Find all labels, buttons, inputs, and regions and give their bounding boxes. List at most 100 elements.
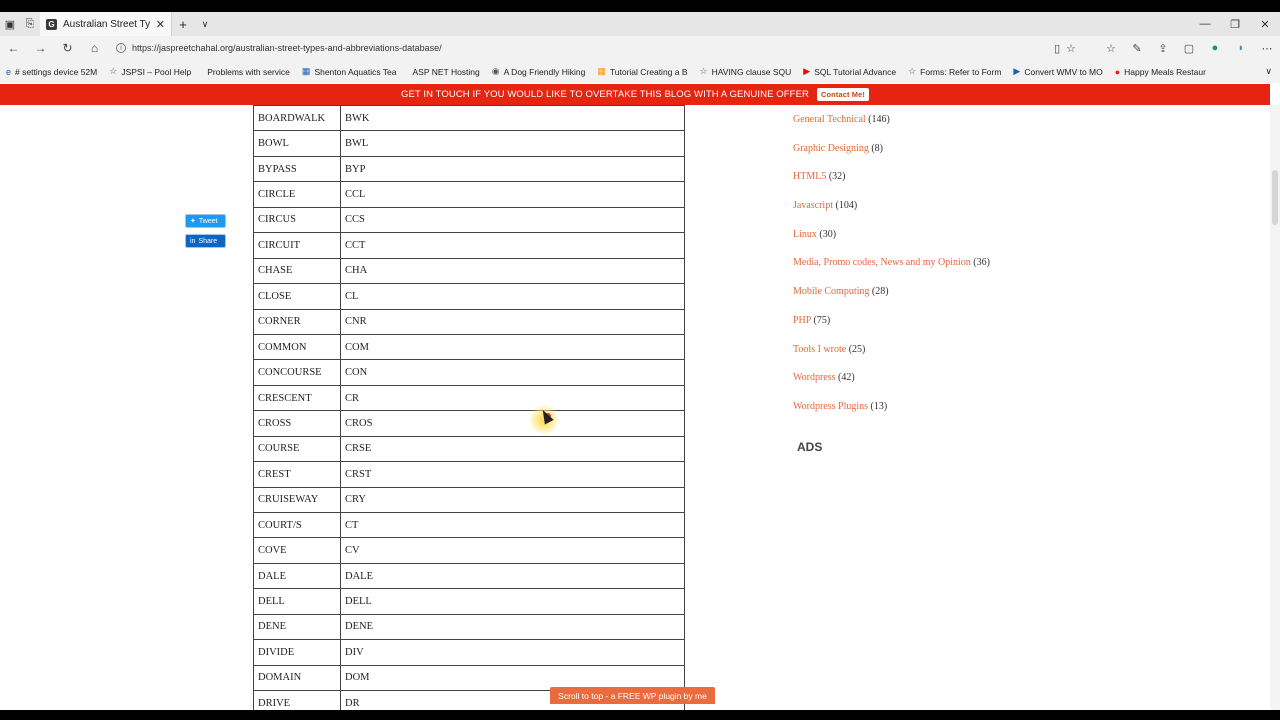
favorite-item[interactable]: ▦ Tutorial Creating a B	[591, 66, 693, 77]
category-count: (32)	[828, 171, 846, 183]
close-window-icon[interactable]: ✕	[1250, 18, 1280, 31]
category-count: (25)	[848, 343, 866, 355]
street-type-cell: CIRCUS	[253, 206, 341, 234]
street-type-cell: CRUISEWAY	[253, 486, 341, 514]
extension-icon[interactable]: ▢	[1176, 42, 1202, 55]
abbreviation-cell: CV	[340, 537, 685, 564]
category-item: Mobile Computing (28)	[793, 286, 990, 315]
tab-title: Australian Street Types	[63, 18, 150, 30]
abbreviation-cell: CNR	[340, 308, 685, 335]
table-row: CONCOURSE CON	[253, 359, 685, 386]
table-row: COMMON COM	[253, 333, 685, 361]
restore-icon[interactable]: ❐	[1220, 18, 1250, 31]
category-link[interactable]: Mobile Computing	[793, 286, 869, 297]
category-link[interactable]: General Technical	[793, 114, 866, 125]
notes-icon[interactable]: ✎	[1124, 42, 1150, 55]
contact-me-button[interactable]: Contact Me!	[816, 88, 869, 101]
street-type-cell: CLOSE	[253, 283, 341, 310]
twitter-icon: ✦	[190, 218, 196, 225]
category-link[interactable]: Wordpress Plugins	[793, 401, 868, 412]
category-link[interactable]: PHP	[793, 315, 811, 326]
table-row: CREST CRST	[253, 461, 685, 488]
grammarly-icon[interactable]: ●	[1202, 42, 1228, 54]
category-link[interactable]: Linux	[793, 229, 817, 240]
category-link[interactable]: Graphic Designing	[793, 143, 869, 154]
home-icon[interactable]: ⌂	[81, 41, 108, 55]
share-icon[interactable]: ⇪	[1150, 42, 1176, 55]
linkedin-icon: in	[190, 237, 196, 245]
favorite-item[interactable]: ▦ Shenton Aquatics Tea	[296, 66, 403, 77]
favorite-star-icon[interactable]: ☆	[1066, 42, 1076, 55]
favorite-item[interactable]: ☆ JSPSI – Pool Help	[103, 66, 197, 77]
category-item: Tools I wrote (25)	[793, 344, 990, 373]
scrollbar-thumb[interactable]	[1272, 170, 1278, 225]
tweet-button[interactable]: ✦ Tweet	[185, 214, 226, 228]
chevron-down-icon[interactable]: ∨	[194, 19, 216, 30]
street-type-cell: BOARDWALK	[253, 105, 341, 132]
category-link[interactable]: Javascript	[793, 200, 833, 211]
favorite-item[interactable]: e # settings device 52M	[0, 67, 103, 77]
favorites-icon[interactable]: ☆	[1098, 42, 1124, 55]
street-type-cell: BYPASS	[253, 155, 341, 183]
street-type-cell: CREST	[253, 461, 341, 488]
category-item: Javascript (104)	[793, 200, 990, 229]
street-type-cell: CONCOURSE	[253, 359, 341, 386]
scrollbar[interactable]	[1270, 105, 1280, 710]
street-type-cell: CROSS	[253, 410, 341, 437]
street-type-cell: CHASE	[253, 257, 341, 285]
grid-icon: ▦	[301, 66, 311, 76]
street-type-cell: DALE	[253, 562, 341, 590]
category-link[interactable]: Tools I wrote	[793, 344, 846, 355]
extension-blue-icon[interactable]: ◗	[1228, 42, 1254, 54]
close-tab-icon[interactable]: ✕	[156, 18, 165, 31]
category-link[interactable]: Wordpress	[793, 372, 836, 383]
address-bar: ← → ↻ ⌂ i https://jaspreetchahal.org/aus…	[0, 36, 1280, 60]
reading-view-icon[interactable]: ▯	[1054, 42, 1060, 55]
set-aside-tabs-icon[interactable]: ⎘	[20, 12, 40, 36]
category-count: (104)	[835, 200, 858, 212]
more-icon[interactable]: ⋯	[1254, 42, 1280, 55]
new-tab-icon[interactable]: +	[172, 17, 194, 32]
abbreviation-cell: COM	[340, 333, 685, 361]
favorite-item[interactable]: ▶ SQL Tutorial Advance	[797, 66, 902, 77]
bottom-strip	[0, 710, 1280, 720]
scroll-to-top-button[interactable]: Scroll to top - a FREE WP plugin by me	[550, 687, 715, 704]
categories-list: General Technical (146) Graphic Designing…	[793, 114, 990, 430]
abbreviation-cell: BWK	[340, 105, 685, 132]
tab-actions-icon[interactable]: ▣	[0, 12, 20, 36]
table-row: DIVIDE DIV	[253, 639, 685, 666]
abbreviation-cell: DELL	[340, 588, 685, 615]
back-icon[interactable]: ←	[0, 41, 27, 55]
favorite-item[interactable]: ☆ HAVING clause SQU	[694, 66, 798, 77]
street-type-cell: COVE	[253, 537, 341, 564]
favorite-item[interactable]: ASP NET Hosting	[403, 67, 486, 77]
table-row: CIRCLE CCL	[253, 181, 685, 208]
star-icon: ☆	[699, 66, 708, 76]
favorites-overflow-icon[interactable]: ∨	[1265, 66, 1280, 77]
ms-icon: ▦	[597, 66, 606, 76]
street-type-cell: DENE	[253, 613, 341, 641]
tab-active[interactable]: G Australian Street Types ✕	[40, 12, 172, 36]
street-type-cell: COURSE	[253, 435, 341, 463]
forward-icon[interactable]: →	[27, 41, 54, 55]
table-row: CROSS CROS	[253, 410, 685, 437]
site-info-icon[interactable]: i	[116, 43, 126, 53]
url-field[interactable]: i https://jaspreetchahal.org/australian-…	[116, 39, 1076, 57]
favorite-item[interactable]: ◉ A Dog Friendly Hiking	[486, 66, 592, 77]
star-icon: ☆	[908, 66, 917, 76]
category-item: Media, Promo codes, News and my Opinion …	[793, 257, 990, 286]
favorite-item[interactable]: Problems with service	[197, 67, 296, 77]
street-type-cell: COMMON	[253, 333, 341, 361]
category-count: (13)	[870, 400, 888, 412]
abbreviation-cell: CCS	[340, 206, 685, 234]
favorite-item[interactable]: ● Happy Meals Restaur	[1109, 67, 1212, 77]
category-link[interactable]: HTML5	[793, 171, 826, 182]
refresh-icon[interactable]: ↻	[54, 41, 81, 55]
category-item: Linux (30)	[793, 229, 990, 258]
street-type-cell: DIVIDE	[253, 639, 341, 666]
linkedin-share-button[interactable]: in Share	[185, 234, 226, 248]
minimize-icon[interactable]: —	[1190, 18, 1220, 31]
category-link[interactable]: Media, Promo codes, News and my Opinion	[793, 257, 971, 268]
favorite-item[interactable]: ☆ Forms: Refer to Form	[902, 66, 1007, 77]
favorite-item[interactable]: ▶ Convert WMV to MO	[1007, 66, 1108, 77]
